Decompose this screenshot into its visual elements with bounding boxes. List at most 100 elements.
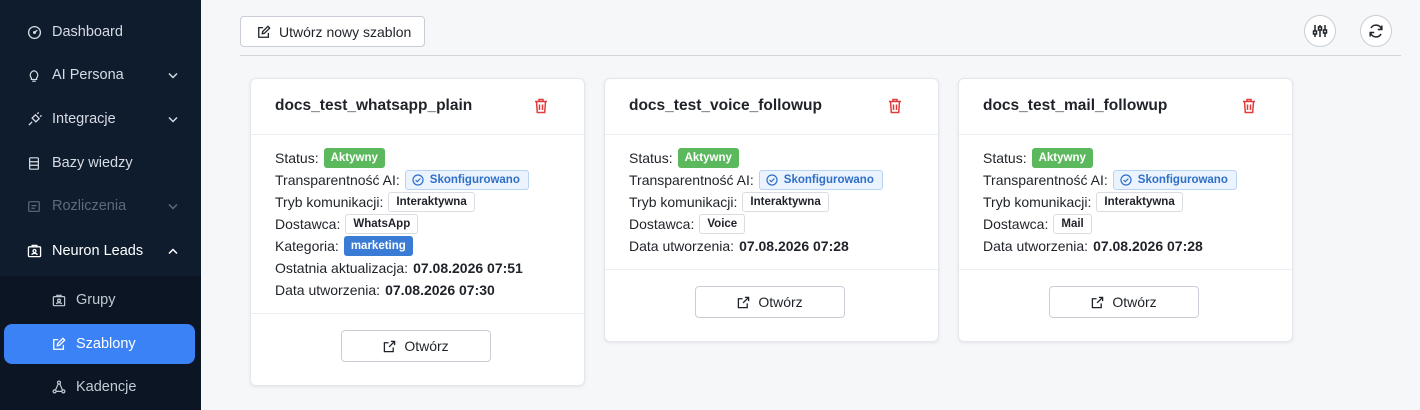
- open-button-label: Otwórz: [1112, 294, 1157, 310]
- last-update-label: Ostatnia aktualizacja:: [275, 260, 409, 276]
- transparency-value: Skonfigurowano: [429, 174, 520, 186]
- sidebar-item-integracje[interactable]: Integracje: [0, 99, 201, 139]
- filter-settings-button[interactable]: [1304, 15, 1336, 47]
- provider-row: Dostawca: WhatsApp: [275, 213, 560, 235]
- created-label: Data utworzenia:: [629, 238, 735, 254]
- created-row: Data utworzenia: 07.08.2026 07:28: [629, 235, 914, 257]
- plug-icon: [26, 111, 42, 127]
- status-row: Status: Aktywny: [629, 147, 914, 169]
- sidebar-item-label: Integracje: [52, 111, 116, 127]
- provider-row: Dostawca: Voice: [629, 213, 914, 235]
- created-label: Data utworzenia:: [983, 238, 1089, 254]
- sidebar-subitem-label: Kadencje: [76, 379, 137, 395]
- last-update-row: Ostatnia aktualizacja: 07.08.2026 07:51: [275, 257, 560, 279]
- card-body: Status: Aktywny Transparentność AI: Skon…: [251, 135, 584, 313]
- transparency-badge: Skonfigurowano: [404, 170, 529, 190]
- mode-badge: Interaktywna: [1096, 192, 1183, 212]
- open-button[interactable]: Otwórz: [695, 286, 845, 318]
- mode-row: Tryb komunikacji: Interaktywna: [629, 191, 914, 213]
- sidebar-item-neuron-leads[interactable]: Neuron Leads: [0, 231, 201, 271]
- sidebar-subitem-label: Szablony: [76, 336, 136, 352]
- mode-row: Tryb komunikacji: Interaktywna: [983, 191, 1268, 213]
- provider-label: Dostawca:: [629, 216, 695, 232]
- transparency-label: Transparentność AI:: [629, 172, 754, 188]
- open-button[interactable]: Otwórz: [1049, 286, 1199, 318]
- mode-row: Tryb komunikacji: Interaktywna: [275, 191, 560, 213]
- trash-icon[interactable]: [534, 98, 550, 115]
- provider-row: Dostawca: Mail: [983, 213, 1268, 235]
- sidebar-item-bazy-wiedzy[interactable]: Bazy wiedzy: [0, 143, 201, 183]
- card-body: Status: Aktywny Transparentność AI: Skon…: [605, 135, 938, 269]
- sidebar-item-ai-persona[interactable]: AI Persona: [0, 55, 201, 95]
- transparency-row: Transparentność AI: Skonfigurowano: [275, 169, 560, 191]
- refresh-button[interactable]: [1360, 15, 1392, 47]
- transparency-row: Transparentność AI: Skonfigurowano: [983, 169, 1268, 191]
- template-card: docs_test_whatsapp_plain Status: Aktywny…: [250, 78, 585, 386]
- status-label: Status:: [629, 150, 673, 166]
- card-header: docs_test_mail_followup: [959, 79, 1292, 135]
- transparency-label: Transparentność AI:: [275, 172, 400, 188]
- leads-icon: [26, 243, 42, 259]
- sidebar-subitem-label: Grupy: [76, 292, 116, 308]
- card-header: docs_test_whatsapp_plain: [251, 79, 584, 135]
- check-circle-icon: [766, 174, 778, 186]
- create-template-button[interactable]: Utwórz nowy szablon: [240, 16, 425, 47]
- chevron-up-icon: [167, 245, 179, 257]
- check-circle-icon: [412, 174, 424, 186]
- open-button-label: Otwórz: [758, 294, 803, 310]
- trash-icon[interactable]: [1242, 98, 1258, 115]
- toolbar-divider: [240, 55, 1401, 56]
- billing-icon: [26, 198, 42, 214]
- provider-label: Dostawca:: [275, 216, 341, 232]
- external-link-icon: [383, 340, 396, 353]
- template-card: docs_test_mail_followup Status: Aktywny …: [958, 78, 1293, 342]
- sidebar-subitem-kadencje[interactable]: Kadencje: [4, 367, 195, 407]
- sidebar-item-label: Dashboard: [52, 24, 123, 40]
- status-row: Status: Aktywny: [983, 147, 1268, 169]
- created-row: Data utworzenia: 07.08.2026 07:28: [983, 235, 1268, 257]
- last-update-value: 07.08.2026 07:51: [413, 260, 523, 276]
- card-footer: Otwórz: [959, 269, 1292, 341]
- mode-label: Tryb komunikacji:: [629, 194, 738, 210]
- mode-label: Tryb komunikacji:: [983, 194, 1092, 210]
- status-label: Status:: [983, 150, 1027, 166]
- sliders-icon: [1312, 24, 1328, 38]
- open-button[interactable]: Otwórz: [341, 330, 491, 362]
- card-footer: Otwórz: [605, 269, 938, 341]
- mode-badge: Interaktywna: [742, 192, 829, 212]
- created-row: Data utworzenia: 07.08.2026 07:30: [275, 279, 560, 301]
- transparency-value: Skonfigurowano: [783, 174, 874, 186]
- transparency-value: Skonfigurowano: [1137, 174, 1228, 186]
- card-title: docs_test_whatsapp_plain: [275, 97, 473, 114]
- status-badge: Aktywny: [677, 148, 739, 168]
- chevron-down-icon: [167, 113, 179, 125]
- template-icon: [51, 336, 67, 352]
- sidebar: Dashboard AI Persona Integracje Bazy wie…: [0, 0, 201, 410]
- chevron-down-icon: [167, 69, 179, 81]
- check-circle-icon: [1120, 174, 1132, 186]
- main-content: Utwórz nowy szablon docs_test_whatsapp_p…: [201, 0, 1420, 410]
- status-row: Status: Aktywny: [275, 147, 560, 169]
- edit-icon: [257, 24, 271, 39]
- external-link-icon: [737, 296, 750, 309]
- gauge-icon: [26, 24, 42, 40]
- create-template-label: Utwórz nowy szablon: [279, 23, 412, 40]
- sidebar-subitem-grupy[interactable]: Grupy: [4, 280, 195, 320]
- refresh-icon: [1368, 23, 1384, 39]
- created-value: 07.08.2026 07:28: [1093, 238, 1203, 254]
- sidebar-item-label: AI Persona: [52, 67, 124, 83]
- sidebar-subitem-szablony[interactable]: Szablony: [4, 324, 195, 364]
- provider-badge: Mail: [1053, 214, 1092, 234]
- cadence-icon: [51, 379, 67, 395]
- transparency-label: Transparentność AI:: [983, 172, 1108, 188]
- card-title: docs_test_voice_followup: [629, 97, 822, 114]
- provider-label: Dostawca:: [983, 216, 1049, 232]
- external-link-icon: [1091, 296, 1104, 309]
- created-label: Data utworzenia:: [275, 282, 381, 298]
- sidebar-item-dashboard[interactable]: Dashboard: [0, 12, 201, 52]
- sidebar-item-label: Bazy wiedzy: [52, 155, 133, 171]
- sidebar-item-rozliczenia[interactable]: Rozliczenia: [0, 186, 201, 226]
- trash-icon[interactable]: [888, 98, 904, 115]
- card-body: Status: Aktywny Transparentność AI: Skon…: [959, 135, 1292, 269]
- lightbulb-icon: [26, 67, 42, 83]
